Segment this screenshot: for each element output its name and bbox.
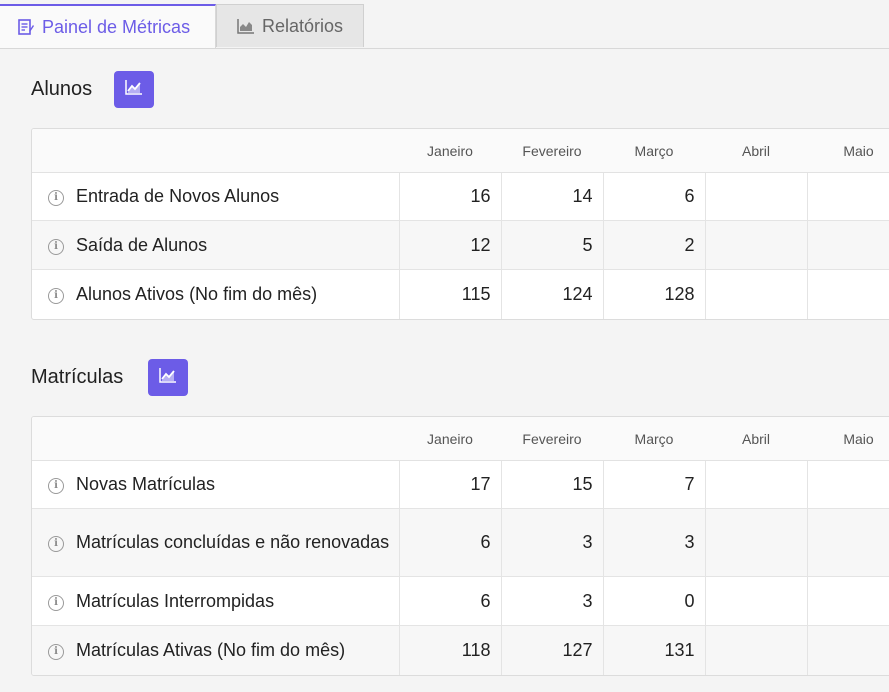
line-chart-icon [125, 79, 143, 100]
cell-value: 6 [398, 508, 501, 577]
cell-value: 16 [398, 172, 501, 221]
header-month: Maio [807, 417, 889, 461]
cell-value: 131 [602, 625, 705, 675]
cell-value [806, 220, 889, 270]
header-empty [32, 417, 399, 461]
cell-value [704, 625, 807, 675]
tab-bar: Painel de Métricas Relatórios [0, 0, 889, 49]
table-row: i Matrículas concluídas e não renovadas 6… [32, 508, 889, 577]
header-month: Maio [807, 129, 889, 173]
cell-value [704, 460, 807, 509]
cell-value: 3 [602, 508, 705, 577]
header-month: Março [603, 417, 705, 461]
tab-relatorios[interactable]: Relatórios [216, 4, 364, 47]
row-label: Saída de Alunos [76, 234, 208, 255]
header-month: Abril [705, 417, 807, 461]
info-icon[interactable]: i [48, 643, 64, 660]
area-chart-icon [237, 17, 255, 35]
cell-value: 15 [500, 460, 603, 509]
row-label: Matrículas Ativas (No fim do mês) [76, 639, 346, 660]
info-icon[interactable]: i [48, 287, 64, 304]
cell-value [704, 576, 807, 626]
cell-value: 5 [500, 220, 603, 270]
line-chart-icon [159, 367, 177, 388]
section-title-alunos: Alunos [31, 78, 93, 100]
cell-value: 3 [500, 508, 603, 577]
cell-value: 7 [602, 460, 705, 509]
section-title-matriculas: Matrículas [31, 366, 124, 388]
cell-value: 127 [500, 625, 603, 675]
cell-value [806, 625, 889, 675]
table-row: i Alunos Ativos (No fim do mês) 115 124 1… [32, 269, 889, 319]
cell-value: 6 [602, 172, 705, 221]
cell-value [806, 172, 889, 221]
cell-value [704, 508, 807, 577]
header-month: Abril [705, 129, 807, 173]
cell-value: 6 [398, 576, 501, 626]
table-header-row: Janeiro Fevereiro Março Abril Maio [32, 129, 889, 173]
table-row: i Matrículas Ativas (No fim do mês) 118 1… [32, 625, 889, 675]
header-empty [32, 129, 399, 173]
cell-value [806, 460, 889, 509]
row-label: Matrículas concluídas e não renovadas [76, 532, 390, 552]
cell-value: 14 [500, 172, 603, 221]
row-label: Alunos Ativos (No fim do mês) [76, 283, 318, 304]
cell-value [704, 172, 807, 221]
tab-painel-de-metricas[interactable]: Painel de Métricas [0, 4, 216, 48]
cell-value: 124 [500, 269, 603, 319]
row-label: Matrículas Interrompidas [76, 590, 275, 611]
table-row: i Saída de Alunos 12 5 2 [32, 220, 889, 270]
table-row: i Entrada de Novos Alunos 16 14 6 [32, 172, 889, 221]
cell-value: 17 [398, 460, 501, 509]
info-icon[interactable]: i [48, 190, 64, 206]
matriculas-table: Janeiro Fevereiro Março Abril Maio i Nova… [31, 416, 889, 676]
tab-label: Relatórios [262, 15, 344, 36]
cell-value [704, 269, 807, 319]
cell-value: 2 [602, 220, 705, 270]
matriculas-chart-button[interactable] [148, 359, 188, 396]
header-month: Janeiro [399, 417, 501, 461]
cell-value [806, 576, 889, 626]
alunos-chart-button[interactable] [114, 71, 154, 108]
cell-value: 118 [398, 625, 501, 675]
header-month: Janeiro [399, 129, 501, 173]
row-label: Novas Matrículas [76, 474, 216, 494]
info-icon[interactable]: i [48, 536, 64, 552]
header-month: Março [603, 129, 705, 173]
dashboard-icon [17, 18, 35, 36]
cell-value [704, 220, 807, 270]
info-icon[interactable]: i [48, 238, 64, 255]
info-icon[interactable]: i [48, 594, 64, 611]
tab-label: Painel de Métricas [42, 16, 191, 37]
table-row: i Matrículas Interrompidas 6 3 0 [32, 576, 889, 626]
cell-value: 115 [398, 269, 501, 319]
alunos-table: Janeiro Fevereiro Março Abril Maio i Entr… [31, 128, 889, 320]
table-header-row: Janeiro Fevereiro Março Abril Maio [32, 417, 889, 461]
cell-value: 0 [602, 576, 705, 626]
cell-value: 128 [602, 269, 705, 319]
row-label: Entrada de Novos Alunos [76, 186, 280, 206]
cell-value [806, 508, 889, 577]
table-row: i Novas Matrículas 17 15 7 [32, 460, 889, 509]
cell-value: 12 [398, 220, 501, 270]
cell-value: 3 [500, 576, 603, 626]
cell-value [806, 269, 889, 319]
info-icon[interactable]: i [48, 478, 64, 494]
header-month: Fevereiro [501, 129, 603, 173]
header-month: Fevereiro [501, 417, 603, 461]
